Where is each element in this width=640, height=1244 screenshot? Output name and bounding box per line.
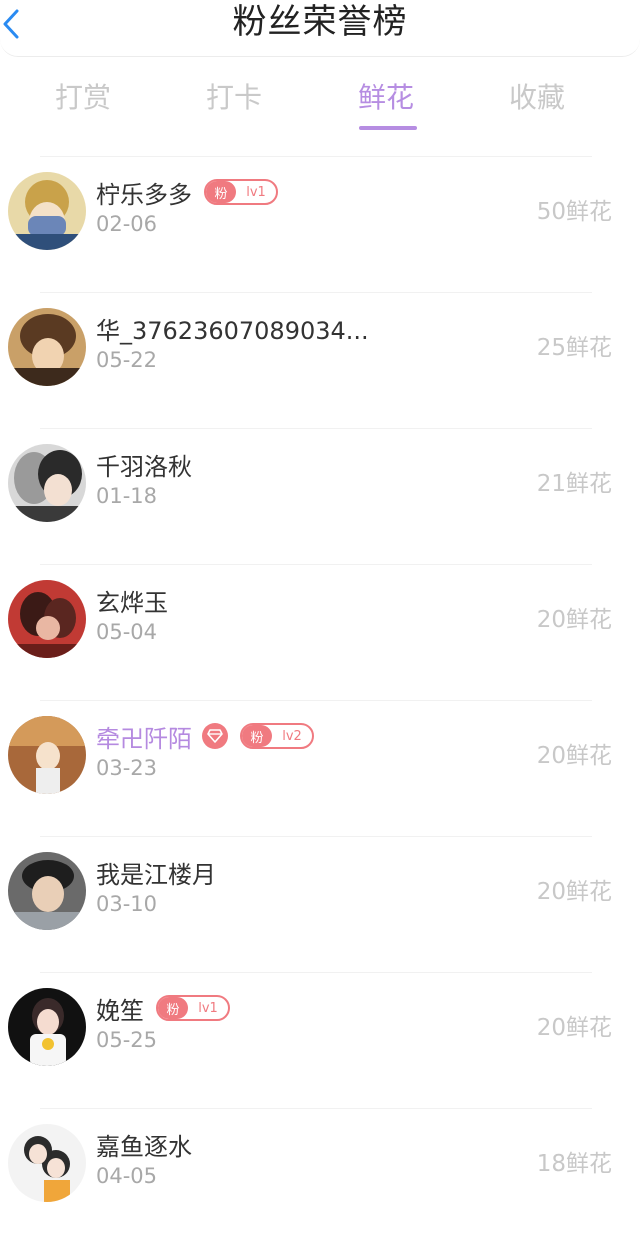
user-name[interactable]: 嘉鱼逐水 (96, 1127, 192, 1162)
date: 03-10 (96, 892, 158, 916)
name-line: 嘉鱼逐水 (96, 1126, 192, 1162)
fan-badge-level: lv1 (246, 184, 266, 200)
active-tab-indicator (359, 126, 417, 130)
name-line: 华_37623607089034... (96, 310, 369, 346)
list-item[interactable]: 我是江楼月 03-10 20鲜花 (0, 836, 640, 972)
page-title: 粉丝荣誉榜 (232, 2, 408, 42)
name-line: 柠乐多多 粉 lv1 (96, 174, 278, 210)
name-line: 我是江楼月 (96, 854, 216, 890)
date: 05-25 (96, 1028, 158, 1052)
avatar[interactable] (8, 716, 86, 794)
flower-count: 20鲜花 (536, 743, 612, 769)
list-item[interactable]: 柠乐多多 粉 lv1 02-06 50鲜花 (0, 156, 640, 292)
name-line: 娩笙 粉 lv1 (96, 990, 230, 1026)
date: 04-05 (96, 1164, 158, 1188)
divider (40, 292, 592, 293)
divider (40, 972, 592, 973)
avatar[interactable] (8, 580, 86, 658)
divider (40, 564, 592, 565)
list-item[interactable]: 嘉鱼逐水 04-05 18鲜花 (0, 1108, 640, 1244)
avatar[interactable] (8, 1124, 86, 1202)
divider (40, 156, 592, 157)
fan-level-badge: 粉 lv2 (240, 723, 314, 749)
flower-count: 20鲜花 (536, 607, 612, 633)
user-name[interactable]: 玄烨玉 (96, 583, 168, 618)
diamond-icon (202, 723, 228, 749)
user-name[interactable]: 千羽洛秋 (96, 447, 192, 482)
user-name[interactable]: 华_37623607089034... (96, 311, 369, 346)
flower-count: 25鲜花 (536, 335, 612, 361)
flower-count: 21鲜花 (536, 471, 612, 497)
fan-badge-label: 粉 (206, 181, 236, 203)
avatar[interactable] (8, 988, 86, 1066)
divider (40, 1108, 592, 1109)
fan-badge-label: 粉 (158, 997, 188, 1019)
user-name[interactable]: 柠乐多多 (96, 175, 192, 210)
divider (40, 836, 592, 837)
avatar[interactable] (8, 308, 86, 386)
list-item[interactable]: 玄烨玉 05-04 20鲜花 (0, 564, 640, 700)
top-bar: 粉丝荣誉榜 (0, 0, 640, 57)
avatar[interactable] (8, 852, 86, 930)
list-item[interactable]: 华_37623607089034... 05-22 25鲜花 (0, 292, 640, 428)
fan-level-badge: 粉 lv1 (204, 179, 278, 205)
divider (40, 700, 592, 701)
fan-badge-label: 粉 (242, 725, 272, 747)
user-name[interactable]: 我是江楼月 (96, 855, 216, 890)
name-line: 千羽洛秋 (96, 446, 192, 482)
divider (40, 428, 592, 429)
name-line: 牵卍阡陌 粉 lv2 (96, 718, 314, 754)
list-item[interactable]: 千羽洛秋 01-18 21鲜花 (0, 428, 640, 564)
fan-level-badge: 粉 lv1 (156, 995, 230, 1021)
flower-count: 18鲜花 (536, 1151, 612, 1177)
list-item[interactable]: 娩笙 粉 lv1 05-25 20鲜花 (0, 972, 640, 1108)
tab-tip[interactable]: 打赏 (28, 70, 138, 126)
fan-badge-level: lv1 (198, 1000, 218, 1016)
fan-badge-level: lv2 (282, 728, 302, 744)
user-name[interactable]: 娩笙 (96, 991, 144, 1026)
tab-label: 打卡 (205, 81, 262, 114)
date: 05-22 (96, 348, 158, 372)
user-name[interactable]: 牵卍阡陌 (96, 719, 192, 754)
list-item[interactable]: 牵卍阡陌 粉 lv2 03-23 20鲜花 (0, 700, 640, 836)
avatar[interactable] (8, 172, 86, 250)
tab-label: 收藏 (508, 81, 565, 114)
flower-count: 20鲜花 (536, 879, 612, 905)
name-line: 玄烨玉 (96, 582, 168, 618)
date: 02-06 (96, 212, 158, 236)
date: 05-04 (96, 620, 158, 644)
date: 01-18 (96, 484, 158, 508)
tab-bar: 打赏 打卡 鲜花 收藏 (0, 70, 640, 140)
avatar[interactable] (8, 444, 86, 522)
tab-favorites[interactable]: 收藏 (482, 70, 592, 126)
flower-count: 20鲜花 (536, 1015, 612, 1041)
flower-count: 50鲜花 (536, 199, 612, 225)
tab-label: 打赏 (54, 81, 111, 114)
tab-checkin[interactable]: 打卡 (179, 70, 289, 126)
tab-flowers[interactable]: 鲜花 (331, 70, 441, 130)
tab-label: 鲜花 (357, 81, 414, 114)
date: 03-23 (96, 756, 158, 780)
